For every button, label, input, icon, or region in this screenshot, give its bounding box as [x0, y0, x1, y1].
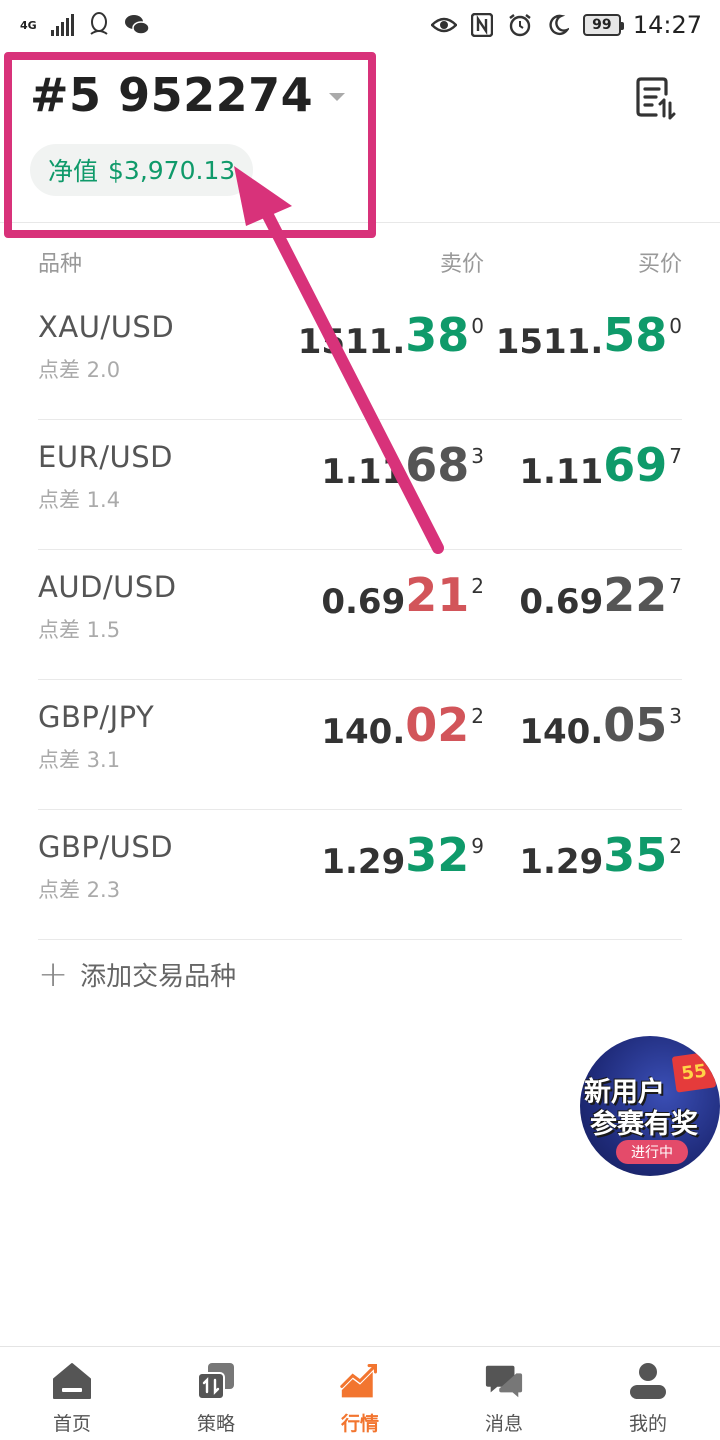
quote-row[interactable]: XAU/USD 点差 2.0 1511. 38 0 1511. 58 0 [38, 290, 682, 420]
ask-price-fraction: 3 [669, 704, 682, 728]
bid-price[interactable]: 0.69 21 2 [321, 566, 484, 622]
symbol-name: GBP/USD [38, 830, 174, 864]
signal-icon [50, 14, 74, 36]
alarm-icon [507, 12, 533, 38]
ask-price[interactable]: 1.29 35 2 [519, 826, 682, 882]
symbol-name: EUR/USD [38, 440, 173, 474]
ask-price-base: 0.69 [519, 582, 604, 622]
qq-icon [86, 12, 112, 38]
document-icon [636, 77, 676, 120]
nav-home[interactable]: 首页 [0, 1347, 144, 1440]
wechat-icon [124, 12, 150, 38]
bid-price-pips: 68 [405, 438, 470, 492]
nav-market[interactable]: 行情 [288, 1347, 432, 1440]
bid-price-fraction: 3 [471, 444, 484, 468]
bid-price-base: 1.11 [321, 452, 406, 492]
nav-strategy[interactable]: 策略 [144, 1347, 288, 1440]
promo-badge[interactable]: 55 新用户 参赛有奖 进行中 [580, 1036, 720, 1176]
ask-price-pips: 22 [603, 568, 668, 622]
status-bar: 4G 99 14:27 [0, 0, 720, 50]
bid-price-base: 1.29 [321, 842, 406, 882]
symbol-name: XAU/USD [38, 310, 175, 344]
ask-price-fraction: 7 [669, 444, 682, 468]
column-header-bid: 卖价 [439, 252, 484, 277]
bid-price[interactable]: 1.29 32 9 [321, 826, 484, 882]
bid-price-pips: 21 [405, 568, 470, 622]
bid-price-base: 1511. [297, 322, 406, 362]
spread-value: 点差 2.0 [38, 358, 121, 382]
nav-label: 我的 [628, 1413, 667, 1435]
battery-icon: 99 [582, 14, 624, 36]
strategy-icon [196, 1359, 236, 1403]
highlight-box [4, 52, 376, 238]
column-header-symbol: 品种 [38, 252, 83, 277]
add-symbol-label: 添加交易品种 [80, 962, 237, 992]
spread-value: 点差 1.5 [38, 618, 121, 642]
quote-row[interactable]: GBP/USD 点差 2.3 1.29 32 9 1.29 35 2 [38, 810, 682, 940]
bottom-nav: 首页 策略 行情 消息 我的 [0, 1346, 720, 1440]
order-history-button[interactable] [634, 76, 676, 120]
spread-value: 点差 2.3 [38, 878, 121, 902]
quote-row[interactable]: AUD/USD 点差 1.5 0.69 21 2 0.69 22 7 [38, 550, 682, 680]
nav-profile[interactable]: 我的 [576, 1347, 720, 1440]
spread-value: 点差 3.1 [38, 748, 121, 772]
nfc-icon [469, 12, 495, 38]
bid-price[interactable]: 140. 02 2 [321, 696, 484, 752]
profile-icon [628, 1359, 668, 1403]
promo-tag: 55 [671, 1051, 717, 1093]
symbol-name: GBP/JPY [38, 700, 155, 734]
ask-price-pips: 58 [603, 308, 668, 362]
nav-label: 消息 [484, 1413, 523, 1435]
spread-value: 点差 1.4 [38, 488, 121, 512]
ask-price-base: 1.29 [519, 842, 604, 882]
moon-icon [545, 12, 571, 38]
clock: 14:27 [632, 11, 702, 39]
nav-label: 首页 [52, 1413, 91, 1435]
ask-price-fraction: 0 [669, 314, 682, 338]
nav-label: 行情 [340, 1413, 379, 1435]
network-type: 4G [20, 18, 37, 32]
promo-line2: 参赛有奖 [590, 1109, 698, 1140]
ask-price-pips: 69 [603, 438, 668, 492]
ask-price[interactable]: 0.69 22 7 [519, 566, 682, 622]
ask-price-fraction: 2 [669, 834, 682, 858]
bid-price-fraction: 9 [471, 834, 484, 858]
quote-row[interactable]: EUR/USD 点差 1.4 1.11 68 3 1.11 69 7 [38, 420, 682, 550]
message-icon [484, 1359, 524, 1403]
bid-price-base: 0.69 [321, 582, 406, 622]
ask-price-base: 1511. [495, 322, 604, 362]
plus-icon: + [38, 953, 69, 995]
bid-price-base: 140. [321, 712, 406, 752]
bid-price[interactable]: 1.11 68 3 [321, 436, 484, 492]
ask-price[interactable]: 140. 05 3 [519, 696, 682, 752]
symbol-name: AUD/USD [38, 570, 177, 604]
ask-price-base: 1.11 [519, 452, 604, 492]
ask-price[interactable]: 1.11 69 7 [519, 436, 682, 492]
market-icon [340, 1359, 380, 1403]
ask-price-pips: 05 [603, 698, 668, 752]
home-icon [52, 1359, 92, 1403]
ask-price-pips: 35 [603, 828, 668, 882]
promo-status: 进行中 [616, 1140, 688, 1164]
bid-price-pips: 32 [405, 828, 470, 882]
market-screen: 4G 99 14:27 #5 952274 净值 $3,970.13 品种 卖价… [0, 0, 720, 1440]
ask-price-fraction: 7 [669, 574, 682, 598]
quote-row[interactable]: GBP/JPY 点差 3.1 140. 02 2 140. 05 3 [38, 680, 682, 810]
bid-price-fraction: 0 [471, 314, 484, 338]
ask-price[interactable]: 1511. 58 0 [496, 306, 682, 362]
nav-label: 策略 [196, 1413, 235, 1435]
nav-messages[interactable]: 消息 [432, 1347, 576, 1440]
bid-price[interactable]: 1511. 38 0 [298, 306, 484, 362]
bid-price-pips: 38 [405, 308, 470, 362]
bid-price-fraction: 2 [471, 704, 484, 728]
add-symbol-button[interactable]: + 添加交易品种 [38, 956, 236, 993]
ask-price-base: 140. [519, 712, 604, 752]
bid-price-pips: 02 [405, 698, 470, 752]
bid-price-fraction: 2 [471, 574, 484, 598]
eye-icon [430, 12, 457, 38]
column-header-ask: 买价 [637, 252, 682, 277]
